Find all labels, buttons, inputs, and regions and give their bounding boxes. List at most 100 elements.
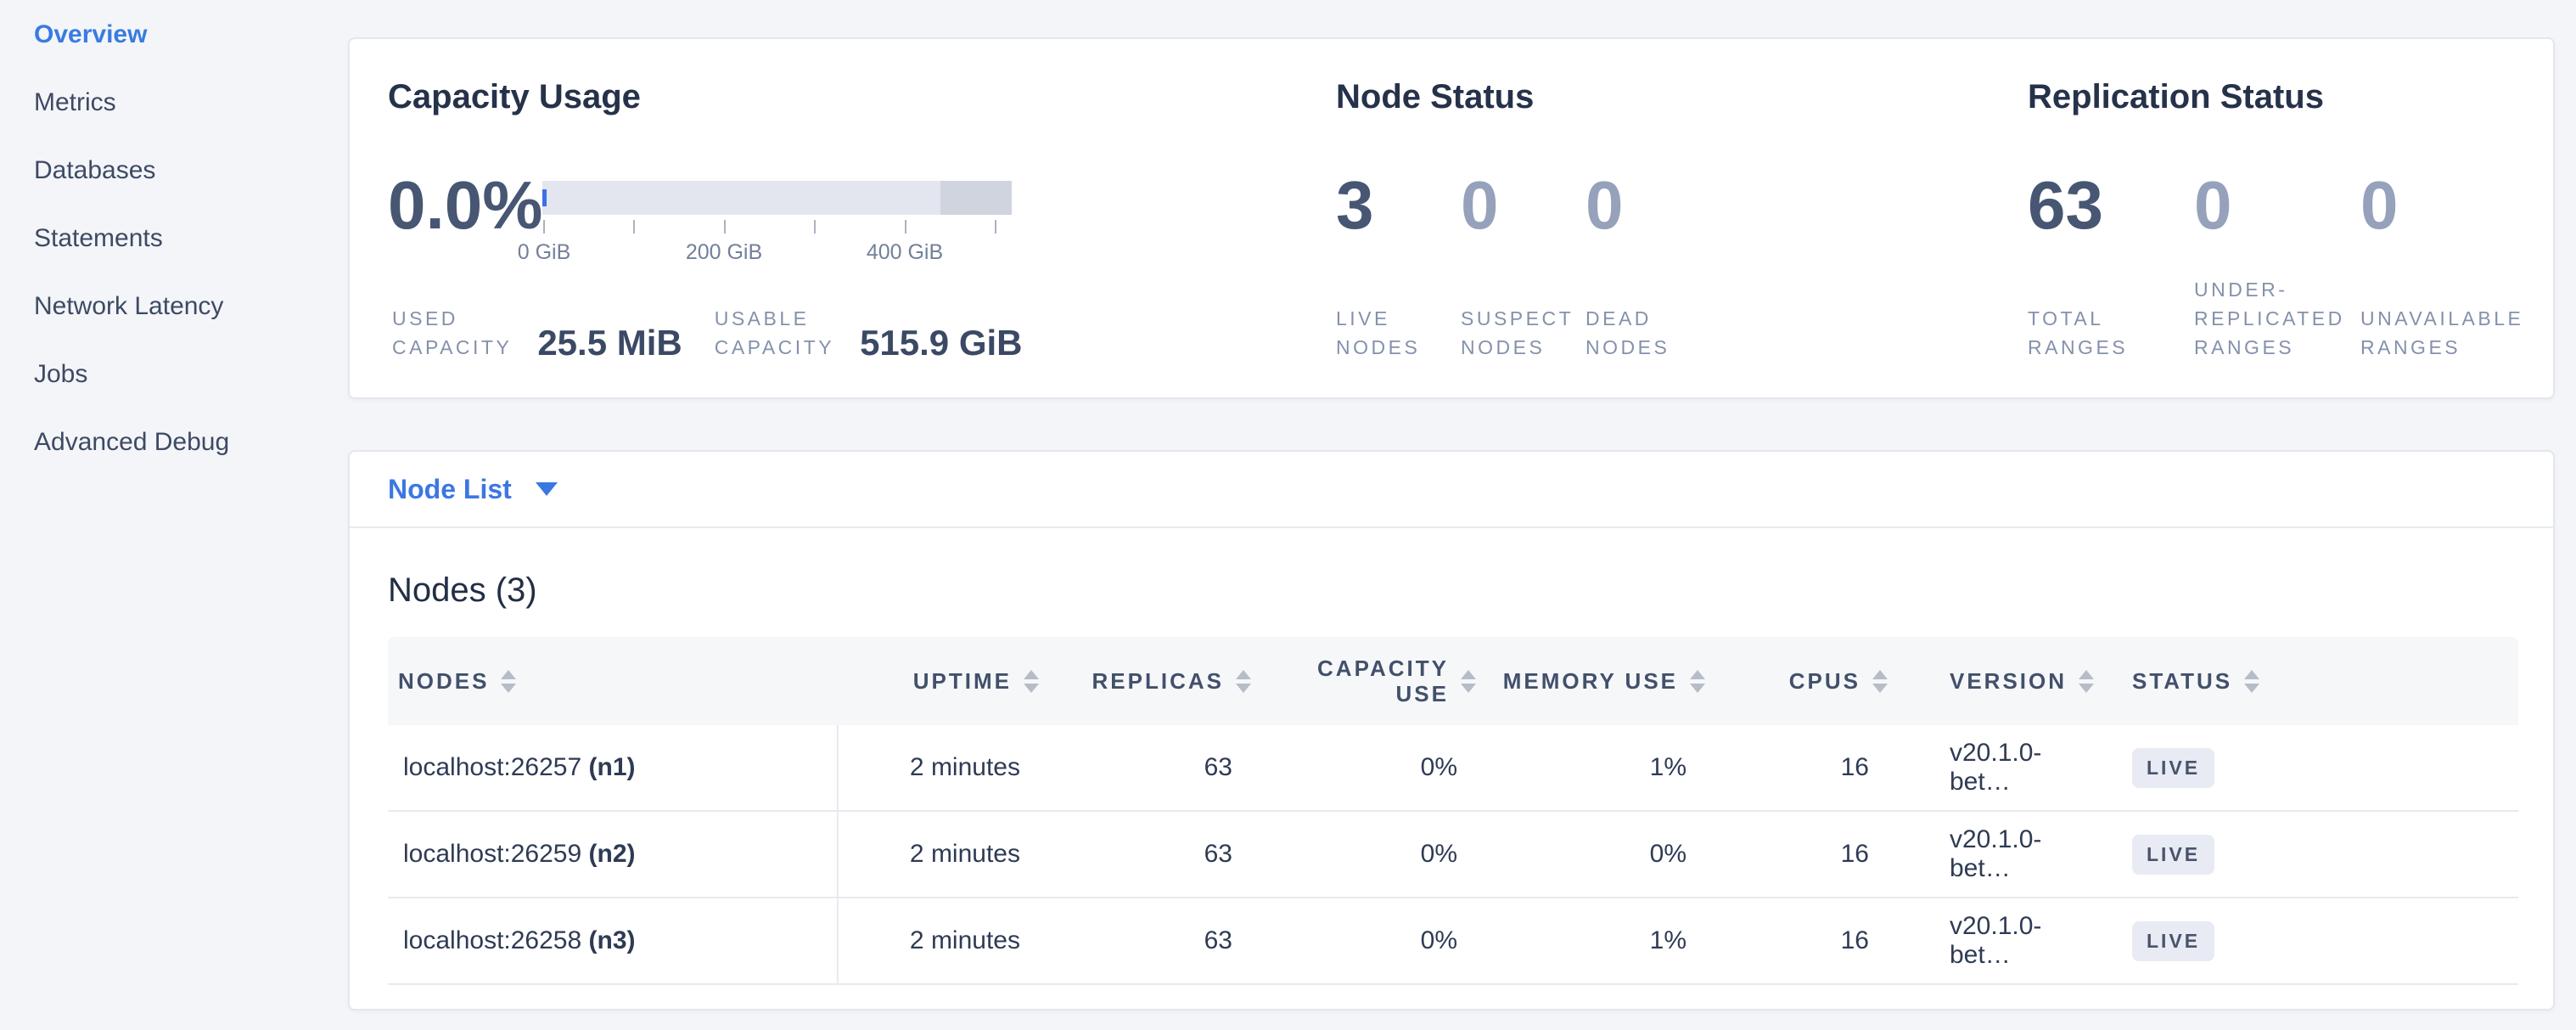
node-list-view-bar: Node List: [350, 452, 2553, 528]
sidebar-item-overview[interactable]: Overview: [34, 1, 340, 69]
sort-icon: [1024, 670, 1039, 693]
dead-nodes-label: DEAD NODES: [1585, 304, 1710, 362]
cpus-cell: 16: [1729, 811, 1911, 898]
column-header-label: NODES: [398, 668, 489, 695]
sidebar-item-statements[interactable]: Statements: [34, 205, 340, 273]
sort-icon: [1872, 670, 1888, 693]
axis-tick-label: 0 GiB: [518, 240, 571, 265]
capacity-usage-title: Capacity Usage: [388, 76, 1336, 117]
replicas-cell: 63: [1063, 898, 1275, 984]
column-header-status[interactable]: STATUS: [2090, 637, 2518, 725]
uptime-cell: 2 minutes: [838, 811, 1063, 898]
nodes-count-heading: Nodes (3): [388, 571, 2553, 610]
table-row: localhost:26258 (n3) 2 minutes 63 0% 1% …: [388, 898, 2518, 984]
capacity-use-cell: 0%: [1275, 898, 1500, 984]
capacity-gauge: 0 GiB 200 GiB 400 GiB: [542, 181, 1012, 239]
sidebar-item-metrics[interactable]: Metrics: [34, 69, 340, 137]
column-header-label: REPLICAS: [1092, 668, 1224, 695]
capacity-percent-value: 0.0%: [388, 172, 542, 239]
axis-tick: [995, 220, 996, 234]
unavailable-ranges-label: UNAVAILABLE RANGES: [2360, 304, 2527, 362]
cluster-summary-panel: Capacity Usage 0.0% 0 GiB 200 GiB 400 Gi…: [348, 37, 2555, 399]
node-address: localhost:26258: [403, 926, 581, 954]
node-address: localhost:26257: [403, 753, 581, 781]
uptime-cell: 2 minutes: [838, 725, 1063, 811]
suspect-nodes-value: 0: [1461, 172, 1585, 239]
under-replicated-ranges-value: 0: [2194, 172, 2360, 239]
sort-icon: [1236, 670, 1251, 693]
capacity-use-cell: 0%: [1275, 725, 1500, 811]
column-header-label: STATUS: [2132, 668, 2232, 695]
column-header-label: CPUS: [1789, 668, 1860, 695]
replicas-cell: 63: [1063, 725, 1275, 811]
sidebar-item-jobs[interactable]: Jobs: [34, 341, 340, 408]
capacity-usage-section: Capacity Usage 0.0% 0 GiB 200 GiB 400 Gi…: [350, 39, 1336, 397]
status-cell: LIVE: [2090, 811, 2518, 898]
unavailable-ranges-value: 0: [2360, 172, 2527, 239]
sort-icon: [1461, 670, 1476, 693]
table-row: localhost:26257 (n1) 2 minutes 63 0% 1% …: [388, 725, 2518, 811]
nodes-table-header-row: NODES UPTIME REPLICAS: [388, 637, 2518, 725]
node-address-cell[interactable]: localhost:26257 (n1): [388, 725, 838, 811]
replication-status-section: Replication Status 63 0 0 TOTAL RANGES U…: [2028, 39, 2553, 397]
column-header-label: CAPACITY USE: [1317, 656, 1449, 706]
axis-tick: [724, 220, 726, 234]
column-header-nodes[interactable]: NODES: [388, 637, 838, 725]
status-badge: LIVE: [2132, 835, 2214, 875]
sidebar-item-databases[interactable]: Databases: [34, 137, 340, 205]
sidebar-item-network-latency[interactable]: Network Latency: [34, 273, 340, 341]
node-address-cell[interactable]: localhost:26258 (n3): [388, 898, 838, 984]
axis-tick-label: 400 GiB: [867, 240, 943, 265]
total-ranges-label: TOTAL RANGES: [2028, 304, 2194, 362]
capacity-gauge-used-segment: [542, 189, 547, 206]
replicas-cell: 63: [1063, 811, 1275, 898]
sort-icon: [2079, 670, 2094, 693]
column-header-label: UPTIME: [913, 668, 1012, 695]
version-cell: v20.1.0-bet…: [1911, 725, 2090, 811]
axis-tick-label: 200 GiB: [686, 240, 762, 265]
sidebar-item-advanced-debug[interactable]: Advanced Debug: [34, 408, 340, 476]
caret-down-icon: [536, 482, 558, 496]
cpus-cell: 16: [1729, 725, 1911, 811]
node-address-cell[interactable]: localhost:26259 (n2): [388, 811, 838, 898]
memory-use-cell: 0%: [1500, 811, 1729, 898]
node-status-section: Node Status 3 0 0 LIVE NODES SUSPECT NOD…: [1336, 39, 2028, 397]
usable-capacity-value: 515.9 GiB: [860, 324, 1022, 362]
status-cell: LIVE: [2090, 898, 2518, 984]
column-header-version[interactable]: VERSION: [1911, 637, 2090, 725]
dead-nodes-value: 0: [1585, 172, 1710, 239]
status-badge: LIVE: [2132, 921, 2214, 961]
node-id: (n3): [589, 926, 636, 954]
column-header-uptime[interactable]: UPTIME: [838, 637, 1063, 725]
axis-tick: [905, 220, 906, 234]
column-header-replicas[interactable]: REPLICAS: [1063, 637, 1275, 725]
status-cell: LIVE: [2090, 725, 2518, 811]
table-row: localhost:26259 (n2) 2 minutes 63 0% 0% …: [388, 811, 2518, 898]
live-nodes-value: 3: [1336, 172, 1461, 239]
node-id: (n2): [589, 840, 636, 868]
column-header-label: VERSION: [1950, 668, 2067, 695]
sort-icon: [2244, 670, 2259, 693]
column-header-capacity-use[interactable]: CAPACITY USE: [1275, 637, 1500, 725]
used-capacity-value: 25.5 MiB: [537, 324, 682, 362]
axis-tick: [814, 220, 816, 234]
status-badge: LIVE: [2132, 748, 2214, 788]
total-ranges-value: 63: [2028, 172, 2194, 239]
version-cell: v20.1.0-bet…: [1911, 811, 2090, 898]
node-list-dropdown-label: Node List: [388, 474, 512, 505]
nodes-table: NODES UPTIME REPLICAS: [388, 637, 2518, 985]
axis-tick: [543, 220, 545, 234]
capacity-gauge-track: [542, 181, 1012, 215]
column-header-memory-use[interactable]: MEMORY USE: [1500, 637, 1729, 725]
suspect-nodes-label: SUSPECT NODES: [1461, 304, 1585, 362]
replication-status-title: Replication Status: [2028, 76, 2553, 117]
node-address: localhost:26259: [403, 840, 581, 868]
under-replicated-ranges-label: UNDER- REPLICATED RANGES: [2194, 275, 2360, 362]
live-nodes-label: LIVE NODES: [1336, 304, 1461, 362]
memory-use-cell: 1%: [1500, 725, 1729, 811]
sort-icon: [1690, 670, 1705, 693]
sort-icon: [501, 670, 516, 693]
column-header-cpus[interactable]: CPUS: [1729, 637, 1911, 725]
node-list-dropdown[interactable]: Node List: [388, 474, 558, 505]
node-status-title: Node Status: [1336, 76, 2028, 117]
